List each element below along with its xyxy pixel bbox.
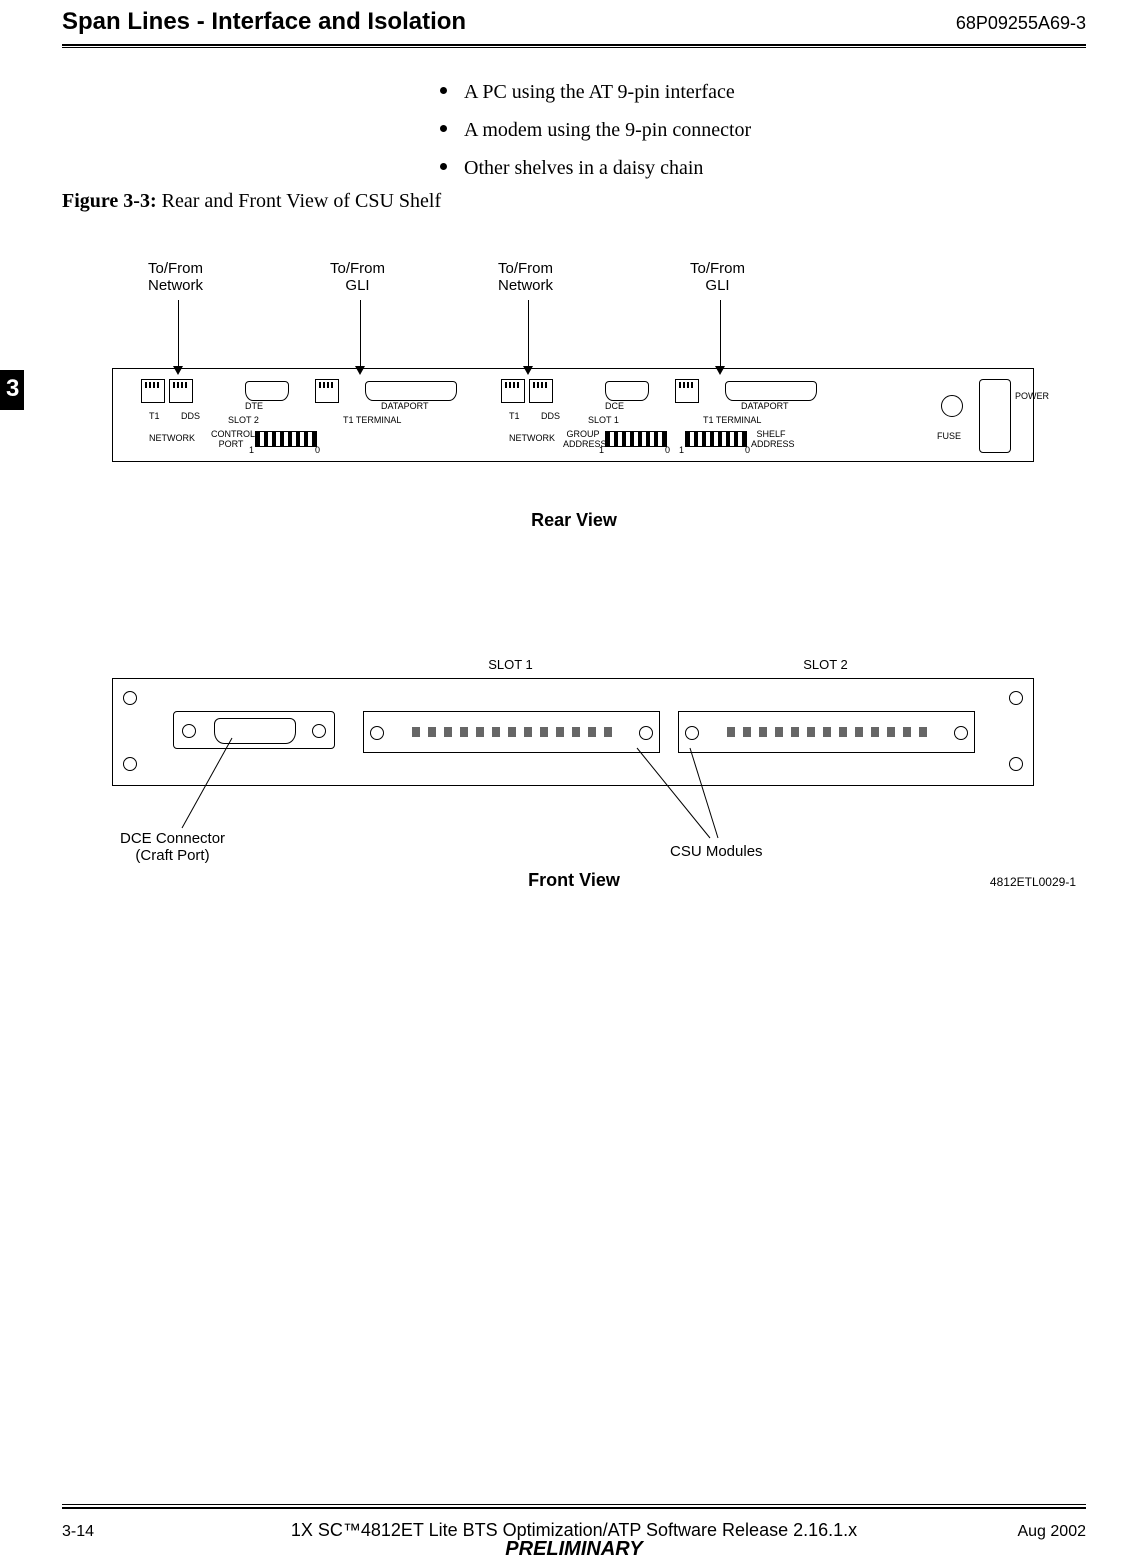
bullet-text: A PC using the AT 9-pin interface — [464, 81, 735, 103]
page-title: Span Lines - Interface and Isolation — [62, 8, 466, 36]
dip-switch-icon — [255, 431, 317, 447]
rj45-port-icon — [169, 379, 193, 403]
label-slot2: SLOT 2 — [228, 415, 259, 425]
rear-view-diagram: DTE DATAPORT T1 DDS NETWORK SLOT 2 T1 TE… — [112, 368, 1034, 462]
rj45-port-icon — [675, 379, 699, 403]
label-t1-terminal: T1 TERMINAL — [343, 415, 401, 425]
rj45-port-icon — [501, 379, 525, 403]
db9-port-icon — [245, 381, 289, 401]
rj45-port-icon — [529, 379, 553, 403]
label-dataport: DATAPORT — [741, 401, 789, 411]
power-module-icon — [979, 379, 1011, 453]
bullet-item: Other shelves in a daisy chain — [440, 152, 751, 184]
csu-modules-label: CSU Modules — [670, 843, 763, 860]
label-slot1: SLOT 1 — [588, 415, 619, 425]
label-one: 1 — [599, 445, 604, 455]
callout-arrow — [720, 300, 721, 368]
slot1-label: SLOT 1 — [363, 657, 658, 672]
bullet-text: A modem using the 9-pin connector — [464, 119, 751, 141]
label-zero: 0 — [315, 445, 320, 455]
callout-network-2: To/FromNetwork — [498, 260, 553, 294]
fuse-icon — [941, 395, 963, 417]
chapter-tab-number: 3 — [6, 375, 19, 403]
rear-slot1-area: DCE DATAPORT T1 DDS NETWORK SLOT 1 T1 TE… — [483, 373, 923, 457]
label-group-address: GROUPADDRESS — [563, 429, 603, 449]
bullet-icon — [440, 125, 447, 132]
label-one: 1 — [249, 445, 254, 455]
dip-switch-icon — [685, 431, 747, 447]
bullet-item: A PC using the AT 9-pin interface — [440, 76, 751, 108]
callout-gli-2: To/FromGLI — [690, 260, 745, 294]
label-dce: DCE — [605, 401, 624, 411]
header-rule-bottom — [62, 47, 1086, 48]
front-view-label: Front View — [62, 870, 1086, 891]
callout-gli-1: To/FromGLI — [330, 260, 385, 294]
bullet-text: Other shelves in a daisy chain — [464, 157, 703, 179]
figure-number: Figure 3-3: — [62, 190, 157, 212]
label-zero: 0 — [745, 445, 750, 455]
preliminary-label: PRELIMINARY — [62, 1538, 1086, 1561]
page: Span Lines - Interface and Isolation 68P… — [0, 0, 1148, 1563]
rj45-port-icon — [315, 379, 339, 403]
label-t1: T1 — [509, 411, 520, 421]
label-network: NETWORK — [149, 433, 195, 443]
label-network: NETWORK — [509, 433, 555, 443]
callout-arrow — [528, 300, 529, 368]
bullet-list: A PC using the AT 9-pin interface A mode… — [440, 76, 751, 190]
label-t1-terminal: T1 TERMINAL — [703, 415, 761, 425]
rear-view-label: Rear View — [62, 510, 1086, 531]
db25-port-icon — [725, 381, 817, 401]
label-t1: T1 — [149, 411, 160, 421]
callout-arrow — [360, 300, 361, 368]
slot2-label: SLOT 2 — [678, 657, 973, 672]
db9-port-icon — [605, 381, 649, 401]
dce-connector-label: DCE Connector(Craft Port) — [120, 830, 225, 864]
footer-rule-top — [62, 1504, 1086, 1505]
label-dte: DTE — [245, 401, 263, 411]
bullet-icon — [440, 163, 447, 170]
label-control-port: CONTROLPORT — [211, 429, 251, 449]
label-power: POWER — [1015, 391, 1049, 401]
front-callout-lines — [112, 678, 1032, 878]
footer-rule-bottom — [62, 1507, 1086, 1509]
label-dds: DDS — [541, 411, 560, 421]
figure-id: 4812ETL0029-1 — [990, 875, 1076, 889]
bullet-item: A modem using the 9-pin connector — [440, 114, 751, 146]
label-shelf-address: SHELFADDRESS — [751, 429, 791, 449]
callout-arrow — [178, 300, 179, 368]
figure-caption: Figure 3-3: Rear and Front View of CSU S… — [62, 190, 441, 213]
header-rule-top — [62, 44, 1086, 46]
label-dataport: DATAPORT — [381, 401, 429, 411]
figure-title: Rear and Front View of CSU Shelf — [157, 190, 442, 212]
label-zero: 0 — [665, 445, 670, 455]
dip-switch-icon — [605, 431, 667, 447]
rear-slot2-area: DTE DATAPORT T1 DDS NETWORK SLOT 2 T1 TE… — [123, 373, 493, 457]
rear-power-area: FUSE POWER — [929, 373, 1029, 457]
doc-number: 68P09255A69-3 — [956, 13, 1086, 34]
db25-port-icon — [365, 381, 457, 401]
bullet-icon — [440, 87, 447, 94]
rj45-port-icon — [141, 379, 165, 403]
callout-network-1: To/FromNetwork — [148, 260, 203, 294]
label-fuse: FUSE — [937, 431, 961, 441]
label-dds: DDS — [181, 411, 200, 421]
label-one: 1 — [679, 445, 684, 455]
